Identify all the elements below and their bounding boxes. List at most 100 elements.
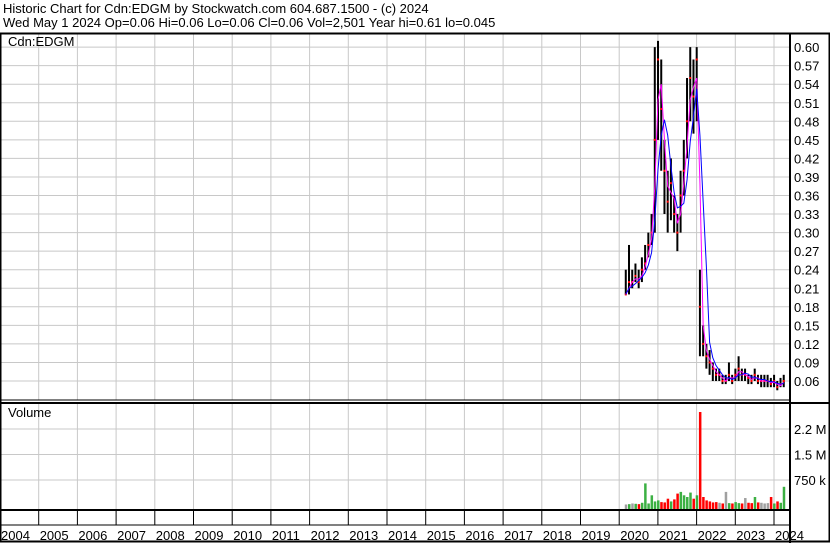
volume-bar — [711, 502, 715, 509]
outer-frame — [0, 32, 830, 543]
close-dot — [640, 268, 643, 271]
price-tick-label: 0.30 — [794, 226, 819, 241]
volume-bar — [689, 492, 692, 509]
symbol-label: Cdn:EDGM — [8, 34, 75, 49]
volume-bar — [744, 498, 747, 509]
volume-bar — [773, 503, 776, 509]
close-dot — [782, 380, 785, 382]
volume-bar — [737, 503, 741, 509]
volume-bar — [644, 483, 647, 509]
volume-bar — [734, 502, 737, 509]
volume-bar — [637, 504, 641, 509]
volume-tick-label: 750 k — [794, 473, 826, 488]
volume-label: Volume — [8, 405, 52, 420]
volume-bar — [750, 503, 754, 509]
close-dot — [715, 373, 718, 376]
price-tick-label: 0.21 — [794, 281, 819, 296]
volume-bar — [669, 501, 673, 509]
close-dot — [676, 231, 679, 234]
volume-bar — [657, 500, 660, 509]
volume-bar — [628, 504, 631, 509]
volume-bar — [679, 491, 683, 509]
close-dot — [673, 213, 676, 216]
price-tick-label: 0.48 — [794, 114, 819, 129]
price-tick-label: 0.36 — [794, 189, 819, 204]
volume-bar — [650, 495, 654, 509]
close-dot — [695, 58, 698, 61]
volume-bar — [776, 501, 779, 509]
close-dot — [679, 194, 682, 197]
volume-bar — [653, 501, 657, 509]
price-tick-label: 0.12 — [794, 337, 819, 352]
close-dot — [692, 95, 695, 98]
close-dot — [750, 380, 753, 382]
volume-bar — [686, 497, 689, 509]
volume-bar — [640, 502, 644, 509]
volume-bar — [731, 503, 734, 509]
price-tick-label: 0.06 — [794, 374, 819, 389]
volume-bar — [676, 493, 679, 509]
close-dot — [756, 380, 759, 382]
close-dot — [776, 386, 779, 389]
volume-bar — [673, 499, 676, 509]
volume-bar — [634, 503, 637, 509]
close-dot — [669, 182, 672, 185]
price-tick-label: 0.15 — [794, 318, 819, 333]
volume-bar — [756, 502, 760, 509]
price-tick-label: 0.42 — [794, 151, 819, 166]
price-tick-label: 0.54 — [794, 77, 819, 92]
volume-bar — [760, 502, 763, 509]
volume-bar — [747, 502, 750, 509]
volume-bar — [763, 503, 766, 509]
volume-bar — [692, 498, 695, 509]
close-dot — [663, 169, 666, 172]
close-dot — [702, 342, 705, 345]
close-dot — [653, 138, 656, 141]
volume-bar — [727, 503, 731, 509]
price-tick-label: 0.45 — [794, 133, 819, 148]
volume-bar — [702, 497, 705, 509]
close-dot — [769, 383, 772, 386]
volume-bar — [631, 503, 634, 509]
volume-tick-label: 1.5 M — [794, 448, 827, 463]
volume-bar — [705, 500, 708, 509]
close-dot — [721, 380, 724, 382]
volume-bar — [624, 504, 628, 509]
price-tick-label: 0.24 — [794, 263, 819, 278]
volume-bar — [695, 495, 699, 509]
close-dot — [753, 373, 756, 376]
price-tick-label: 0.09 — [794, 355, 819, 370]
volume-bar — [698, 412, 702, 509]
volume-tick-label: 2.2 M — [794, 422, 827, 437]
volume-bar — [753, 497, 757, 509]
close-dot — [628, 281, 631, 284]
close-dot — [660, 107, 663, 110]
close-dot — [727, 373, 730, 376]
volume-bar — [708, 501, 712, 509]
price-tick-label: 0.18 — [794, 300, 819, 315]
stock-chart: Historic Chart for Cdn:EDGM by Stockwatc… — [0, 0, 830, 543]
price-tick-label: 0.57 — [794, 59, 819, 74]
volume-bar — [718, 502, 721, 509]
close-dot — [705, 355, 708, 358]
volume-bar — [715, 502, 718, 509]
price-tick-label: 0.27 — [794, 244, 819, 259]
price-tick-label: 0.51 — [794, 96, 819, 111]
volume-bar — [724, 491, 728, 509]
volume-bar — [721, 503, 724, 509]
price-tick-label: 0.33 — [794, 207, 819, 222]
close-dot — [634, 274, 637, 277]
price-tick-label: 0.39 — [794, 170, 819, 185]
volume-bar — [663, 502, 666, 509]
close-dot — [686, 120, 689, 123]
close-dot — [698, 305, 701, 308]
volume-bar — [666, 498, 670, 509]
close-dot — [731, 380, 734, 382]
volume-bar — [769, 497, 773, 509]
price-tick-label: 0.60 — [794, 40, 819, 55]
chart-canvas: 2004 2005 2006 2007 2008 2009 2010 2011 2012 2013… — [0, 32, 830, 543]
volume-bar — [779, 502, 783, 509]
close-dot — [666, 200, 669, 203]
volume-bar — [682, 495, 686, 509]
volume-bar — [660, 502, 663, 509]
